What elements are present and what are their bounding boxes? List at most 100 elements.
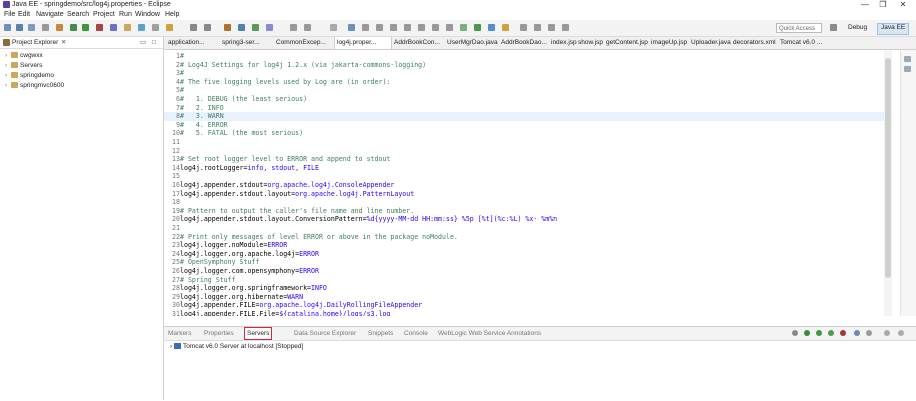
menu-search[interactable]: Search <box>67 10 89 20</box>
code-line[interactable]: 31log4j.appender.FILE.File=${catalina.ho… <box>164 310 390 316</box>
code-line[interactable]: 19# Pattern to output the caller's file … <box>164 207 414 216</box>
code-line[interactable]: 30log4j.appender.FILE=org.apache.log4j.D… <box>164 301 422 310</box>
editor-scrollbar-thumb[interactable] <box>885 58 891 278</box>
code-line[interactable]: 15 <box>164 172 180 181</box>
maximize-button[interactable]: ❐ <box>876 0 890 10</box>
print-icon[interactable] <box>42 24 49 31</box>
code-line[interactable]: 16log4j.appender.stdout=org.apache.log4j… <box>164 181 394 190</box>
code-line[interactable]: 10# 5. FATAL (the most serious) <box>164 129 303 138</box>
open-perspective-icon[interactable] <box>830 24 837 31</box>
tab-data-source-explorer[interactable]: Data Source Explorer <box>294 327 356 340</box>
view-menu-icon[interactable] <box>866 330 872 336</box>
tab-markers[interactable]: Markers <box>168 327 191 340</box>
code-line[interactable]: 23log4j.logger.noModule=ERROR <box>164 241 287 250</box>
format-icon[interactable] <box>362 24 369 31</box>
tree-item-springmvc0600[interactable]: › springmvc0600 <box>5 81 64 90</box>
debug-icon[interactable] <box>70 24 77 31</box>
stop-server-icon[interactable] <box>840 330 846 336</box>
tab-uploader-java[interactable]: Uploader.java <box>689 37 733 49</box>
new-icon[interactable] <box>4 24 11 31</box>
project-explorer-close-icon[interactable]: ✕ <box>61 37 66 48</box>
tree-item-cwgwxx[interactable]: › cwgwxx <box>5 51 43 60</box>
code-line[interactable]: 5# <box>164 86 184 95</box>
code-line[interactable]: 1# <box>164 52 184 61</box>
menu-project[interactable]: Project <box>93 10 115 20</box>
outdent-icon[interactable] <box>390 24 397 31</box>
close-button[interactable]: ✕ <box>896 0 910 10</box>
code-line[interactable]: 21 <box>164 224 180 233</box>
tab-spring3-servlet[interactable]: spring3-ser... <box>220 37 274 49</box>
tab-addrbookdao[interactable]: AddrBookDao... <box>499 37 551 49</box>
collapse-icon[interactable] <box>792 330 798 336</box>
toggle-mark-icon[interactable] <box>224 24 231 31</box>
code-line[interactable]: 26log4j.logger.com.opensymphony=ERROR <box>164 267 319 276</box>
tree-item-springdemo[interactable]: › springdemo <box>5 71 54 80</box>
new-class-icon[interactable] <box>138 24 145 31</box>
code-line[interactable]: 22# Print only messages of level ERROR o… <box>164 233 458 242</box>
tab-tomcat-server[interactable]: Tomcat v6.0 ... <box>778 37 830 49</box>
code-line[interactable]: 4# The five logging levels used by Log a… <box>164 78 390 87</box>
web-browser-icon[interactable] <box>488 24 495 31</box>
toggle-breadcrumb-icon[interactable] <box>238 24 245 31</box>
new-package-icon[interactable] <box>124 24 131 31</box>
run-icon[interactable] <box>82 24 89 31</box>
menu-run[interactable]: Run <box>119 10 132 20</box>
publish-icon[interactable] <box>854 330 860 336</box>
code-line[interactable]: 2# Log4J Settings for log4j 1.2.x (via j… <box>164 61 426 70</box>
code-line[interactable]: 6# 1. DEBUG (the least serious) <box>164 95 307 104</box>
bookmark-icon[interactable] <box>446 24 453 31</box>
perspective-debug[interactable]: Debug <box>845 23 870 33</box>
show-whitespace-icon[interactable] <box>290 24 297 31</box>
tab-common-exception[interactable]: CommonExcep... <box>274 37 334 49</box>
block-selection-icon[interactable] <box>304 24 311 31</box>
back-icon[interactable] <box>520 24 527 31</box>
code-line[interactable]: 9# 4. ERROR <box>164 121 228 130</box>
code-line[interactable]: 13# Set root logger level to ERROR and a… <box>164 155 390 164</box>
profile-server-icon[interactable] <box>828 330 834 336</box>
code-line[interactable]: 17log4j.appender.stdout.layout=org.apach… <box>164 190 414 199</box>
tab-log4j-properties[interactable]: log4j.proper... <box>334 37 392 49</box>
save-all-icon[interactable] <box>28 24 35 31</box>
comment-icon[interactable] <box>404 24 411 31</box>
code-line[interactable]: 3# <box>164 69 184 78</box>
server-icon[interactable] <box>56 24 63 31</box>
minimize-panel-icon[interactable] <box>884 330 890 336</box>
tab-index-jsp[interactable]: index.jsp <box>549 37 579 49</box>
tab-addrbook-controller[interactable]: AddrBookCon... <box>392 37 446 49</box>
word-wrap-icon[interactable] <box>266 24 273 31</box>
menu-navigate[interactable]: Navigate <box>36 10 64 20</box>
minimize-view-icon[interactable]: ▭ <box>140 37 146 48</box>
tab-application[interactable]: application... <box>166 37 220 49</box>
maximize-view-icon[interactable]: □ <box>152 37 156 48</box>
code-line[interactable]: 7# 2. INFO <box>164 104 224 113</box>
code-line[interactable]: 18 <box>164 198 180 207</box>
jsp-icon[interactable] <box>502 24 509 31</box>
tab-weblogic-annotations[interactable]: WebLogic Web Service Annotations <box>438 327 541 340</box>
code-line[interactable]: 24log4j.logger.org.apache.log4j=ERROR <box>164 250 319 259</box>
tab-usermgrdao[interactable]: UserMgrDao.java <box>445 37 501 49</box>
quick-access-input[interactable]: Quick Access <box>776 23 822 33</box>
search-icon[interactable] <box>166 24 173 31</box>
last-edit-icon[interactable] <box>548 24 555 31</box>
code-line[interactable]: 29log4j.logger.org.hibernate=WARN <box>164 293 303 302</box>
menu-file[interactable]: File <box>4 10 15 20</box>
code-line[interactable]: 25# OpenSymphony Stuff <box>164 258 259 267</box>
restore-view-icon[interactable] <box>904 56 911 62</box>
next-annotation-icon[interactable] <box>190 24 197 31</box>
tab-console[interactable]: Console <box>404 327 428 340</box>
tab-imageup-jsp[interactable]: imageUp.jsp <box>649 37 691 49</box>
debug-server-icon[interactable] <box>804 330 810 336</box>
green-square-icon[interactable] <box>474 24 481 31</box>
task-icon[interactable] <box>460 24 467 31</box>
save-icon[interactable] <box>16 24 23 31</box>
new-java-project-icon[interactable] <box>110 24 117 31</box>
pin-editor-icon[interactable] <box>252 24 259 31</box>
maximize-panel-icon[interactable] <box>898 330 904 336</box>
tab-getcontent-jsp[interactable]: getContent.jsp <box>604 37 650 49</box>
perspective-java-ee[interactable]: Java EE <box>877 23 910 35</box>
external-tools-icon[interactable] <box>96 24 103 31</box>
code-line[interactable]: 11 <box>164 138 180 147</box>
code-line[interactable]: 14log4j.rootLogger=info, stdout, FILE <box>164 164 319 173</box>
tab-snippets[interactable]: Snippets <box>368 327 393 340</box>
code-line[interactable]: 12 <box>164 147 180 156</box>
